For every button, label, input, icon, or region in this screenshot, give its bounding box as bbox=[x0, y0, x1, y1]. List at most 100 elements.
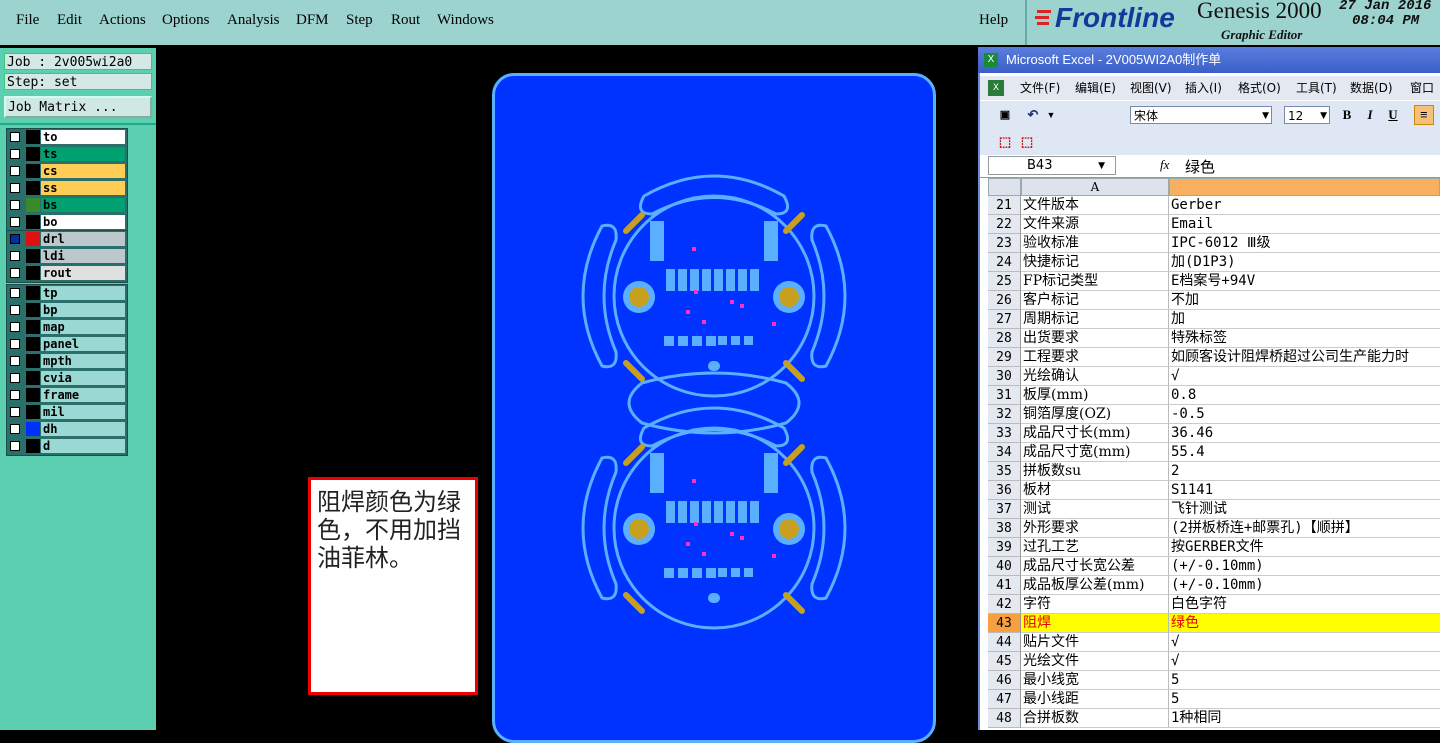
layer-checkbox[interactable] bbox=[10, 339, 20, 349]
layer-checkbox[interactable] bbox=[10, 390, 20, 400]
layer-row-ts[interactable]: ts bbox=[7, 146, 127, 163]
row-number[interactable]: 34 bbox=[988, 443, 1021, 462]
menu-actions[interactable]: Actions bbox=[99, 12, 146, 29]
menu-windows[interactable]: Windows bbox=[437, 12, 494, 29]
table-row[interactable]: 26 客户标记 不加 bbox=[988, 291, 1440, 310]
table-row[interactable]: 39 过孔工艺 按GERBER文件 bbox=[988, 538, 1440, 557]
cell-a[interactable]: 出货要求 bbox=[1021, 329, 1169, 348]
layer-row-dh[interactable]: dh bbox=[7, 421, 127, 438]
cell-b[interactable]: 36.46 bbox=[1169, 424, 1440, 443]
excel-menu-edit[interactable]: 编辑(E) bbox=[1075, 76, 1116, 100]
cell-a[interactable]: 文件版本 bbox=[1021, 196, 1169, 215]
menu-step[interactable]: Step bbox=[346, 12, 373, 29]
layer-name[interactable]: map bbox=[41, 320, 125, 334]
layer-checkbox[interactable] bbox=[10, 288, 20, 298]
cell-b[interactable]: IPC-6012 Ⅲ级 bbox=[1169, 234, 1440, 253]
table-row[interactable]: 31 板厚(mm) 0.8 bbox=[988, 386, 1440, 405]
layer-color-swatch[interactable] bbox=[26, 232, 40, 246]
row-number[interactable]: 30 bbox=[988, 367, 1021, 386]
cell-b[interactable]: √ bbox=[1169, 633, 1440, 652]
row-number[interactable]: 24 bbox=[988, 253, 1021, 272]
font-name-box[interactable]: 宋体 ▼ bbox=[1130, 106, 1272, 124]
cell-b[interactable]: √ bbox=[1169, 652, 1440, 671]
bold-button[interactable]: B bbox=[1338, 106, 1356, 124]
layer-row-ldi[interactable]: ldi bbox=[7, 248, 127, 265]
layer-row-mpth[interactable]: mpth bbox=[7, 353, 127, 370]
cell-b[interactable]: 白色字符 bbox=[1169, 595, 1440, 614]
row-number[interactable]: 27 bbox=[988, 310, 1021, 329]
layer-checkbox[interactable] bbox=[10, 373, 20, 383]
layer-row-bs[interactable]: bs bbox=[7, 197, 127, 214]
job-matrix-button[interactable]: Job Matrix ... bbox=[4, 96, 152, 118]
layer-color-swatch[interactable] bbox=[26, 249, 40, 263]
layer-checkbox[interactable] bbox=[10, 441, 20, 451]
row-number[interactable]: 21 bbox=[988, 196, 1021, 215]
layer-color-swatch[interactable] bbox=[26, 198, 40, 212]
row-number[interactable]: 39 bbox=[988, 538, 1021, 557]
cell-a[interactable]: 光绘文件 bbox=[1021, 652, 1169, 671]
layer-color-swatch[interactable] bbox=[26, 181, 40, 195]
table-row[interactable]: 43 阻焊 绿色 bbox=[988, 614, 1440, 633]
cell-b[interactable]: 不加 bbox=[1169, 291, 1440, 310]
layer-color-swatch[interactable] bbox=[26, 405, 40, 419]
menu-options[interactable]: Options bbox=[162, 12, 210, 29]
pcb-drawing[interactable] bbox=[492, 73, 936, 730]
cell-a[interactable]: 贴片文件 bbox=[1021, 633, 1169, 652]
row-number[interactable]: 48 bbox=[988, 709, 1021, 728]
layer-checkbox[interactable] bbox=[10, 305, 20, 315]
table-row[interactable]: 42 字符 白色字符 bbox=[988, 595, 1440, 614]
cell-b[interactable]: 5 bbox=[1169, 671, 1440, 690]
cell-a[interactable]: 合拼板数 bbox=[1021, 709, 1169, 728]
table-row[interactable]: 44 贴片文件 √ bbox=[988, 633, 1440, 652]
align-left-icon[interactable]: ≡ bbox=[1414, 105, 1434, 125]
cell-a[interactable]: 客户标记 bbox=[1021, 291, 1169, 310]
cell-a[interactable]: FP标记类型 bbox=[1021, 272, 1169, 291]
layer-name[interactable]: tp bbox=[41, 286, 125, 300]
italic-button[interactable]: I bbox=[1361, 106, 1379, 124]
cell-b[interactable]: Email bbox=[1169, 215, 1440, 234]
row-number[interactable]: 44 bbox=[988, 633, 1021, 652]
table-row[interactable]: 28 出货要求 特殊标签 bbox=[988, 329, 1440, 348]
row-number[interactable]: 22 bbox=[988, 215, 1021, 234]
layer-row-bp[interactable]: bp bbox=[7, 302, 127, 319]
layer-row-cvia[interactable]: cvia bbox=[7, 370, 127, 387]
table-row[interactable]: 30 光绘确认 √ bbox=[988, 367, 1440, 386]
cell-a[interactable]: 最小线宽 bbox=[1021, 671, 1169, 690]
table-row[interactable]: 25 FP标记类型 E档案号+94V bbox=[988, 272, 1440, 291]
layer-name[interactable]: ts bbox=[41, 147, 125, 161]
pdf-icon[interactable]: ⬚ bbox=[996, 133, 1014, 151]
layer-color-swatch[interactable] bbox=[26, 320, 40, 334]
cell-a[interactable]: 成品尺寸长(mm) bbox=[1021, 424, 1169, 443]
menu-file[interactable]: File bbox=[16, 12, 39, 29]
table-row[interactable]: 35 拼板数su 2 bbox=[988, 462, 1440, 481]
cell-b[interactable]: 加(D1P3) bbox=[1169, 253, 1440, 272]
row-number[interactable]: 41 bbox=[988, 576, 1021, 595]
cell-b[interactable]: 特殊标签 bbox=[1169, 329, 1440, 348]
cell-a[interactable]: 拼板数su bbox=[1021, 462, 1169, 481]
layer-color-swatch[interactable] bbox=[26, 422, 40, 436]
row-number[interactable]: 36 bbox=[988, 481, 1021, 500]
row-number[interactable]: 32 bbox=[988, 405, 1021, 424]
layer-row-rout[interactable]: rout bbox=[7, 265, 127, 282]
layer-name[interactable]: dh bbox=[41, 422, 125, 436]
pdf-email-icon[interactable]: ⬚ bbox=[1018, 133, 1036, 151]
cell-a[interactable]: 成品尺寸长宽公差 bbox=[1021, 557, 1169, 576]
layer-color-swatch[interactable] bbox=[26, 388, 40, 402]
excel-menu-format[interactable]: 格式(O) bbox=[1238, 76, 1281, 100]
menu-analysis[interactable]: Analysis bbox=[227, 12, 280, 29]
cell-a[interactable]: 板厚(mm) bbox=[1021, 386, 1169, 405]
layer-name[interactable]: cs bbox=[41, 164, 125, 178]
table-row[interactable]: 40 成品尺寸长宽公差 (+/-0.10mm) bbox=[988, 557, 1440, 576]
row-number[interactable]: 37 bbox=[988, 500, 1021, 519]
layer-row-cs[interactable]: cs bbox=[7, 163, 127, 180]
layer-row-mil[interactable]: mil bbox=[7, 404, 127, 421]
cell-b[interactable]: 0.8 bbox=[1169, 386, 1440, 405]
excel-menu-data[interactable]: 数据(D) bbox=[1350, 76, 1393, 100]
layer-name[interactable]: bs bbox=[41, 198, 125, 212]
row-number[interactable]: 28 bbox=[988, 329, 1021, 348]
spreadsheet-grid[interactable]: A 21 文件版本 Gerber 22 文件来源 Email 23 验收标准 IPC-6012 … bbox=[988, 178, 1440, 730]
excel-menu-file[interactable]: 文件(F) bbox=[1020, 76, 1060, 100]
layer-color-swatch[interactable] bbox=[26, 337, 40, 351]
layer-color-swatch[interactable] bbox=[26, 266, 40, 280]
table-row[interactable]: 46 最小线宽 5 bbox=[988, 671, 1440, 690]
